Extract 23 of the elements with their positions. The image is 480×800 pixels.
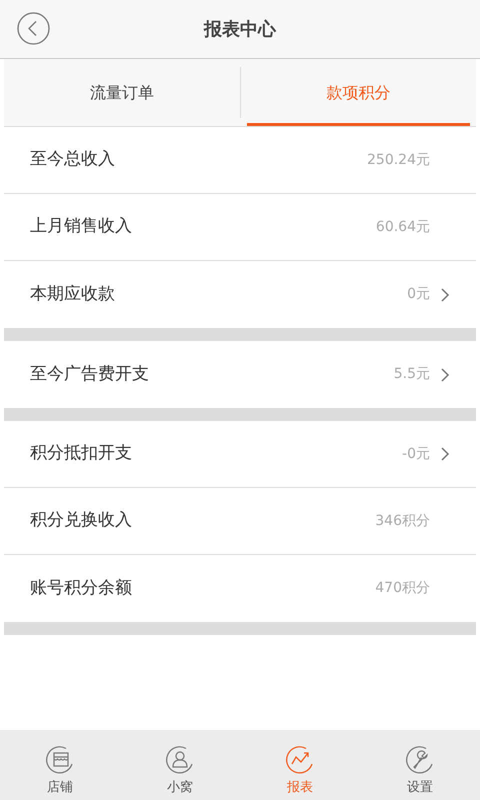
row-value: -0元 [402, 444, 430, 464]
chevron-icon[interactable] [440, 447, 450, 461]
row-label: 账号积分余额 [30, 576, 133, 600]
row-value: 60.64元 [376, 218, 430, 236]
row-label: 上月销售收入 [30, 215, 133, 238]
row-value: 470积分 [375, 579, 430, 598]
row-label: 至今广告费开支 [30, 362, 150, 386]
row-value: 250.24元 [367, 150, 430, 170]
page-title: 报表中心 [204, 18, 276, 42]
nav-tab[interactable]: 店铺 [0, 730, 120, 800]
row-label: 积分抵扣开支 [30, 442, 133, 466]
row-label: 本期应收款 [30, 282, 116, 306]
chevron-icon[interactable] [440, 288, 450, 302]
nav-tab[interactable]: 设置 [360, 730, 480, 800]
row-label: 积分兑换收入 [30, 509, 133, 532]
row-value: 5.5元 [394, 365, 430, 384]
tab[interactable]: 流量订单 [4, 59, 240, 126]
row-value: 346积分 [375, 512, 430, 530]
nav-tab[interactable]: 小窝 [120, 730, 240, 800]
chevron-icon[interactable] [440, 368, 450, 382]
row-value: 0元 [407, 285, 430, 304]
back-icon[interactable] [17, 12, 50, 45]
row-label: 至今总收入 [30, 148, 116, 172]
